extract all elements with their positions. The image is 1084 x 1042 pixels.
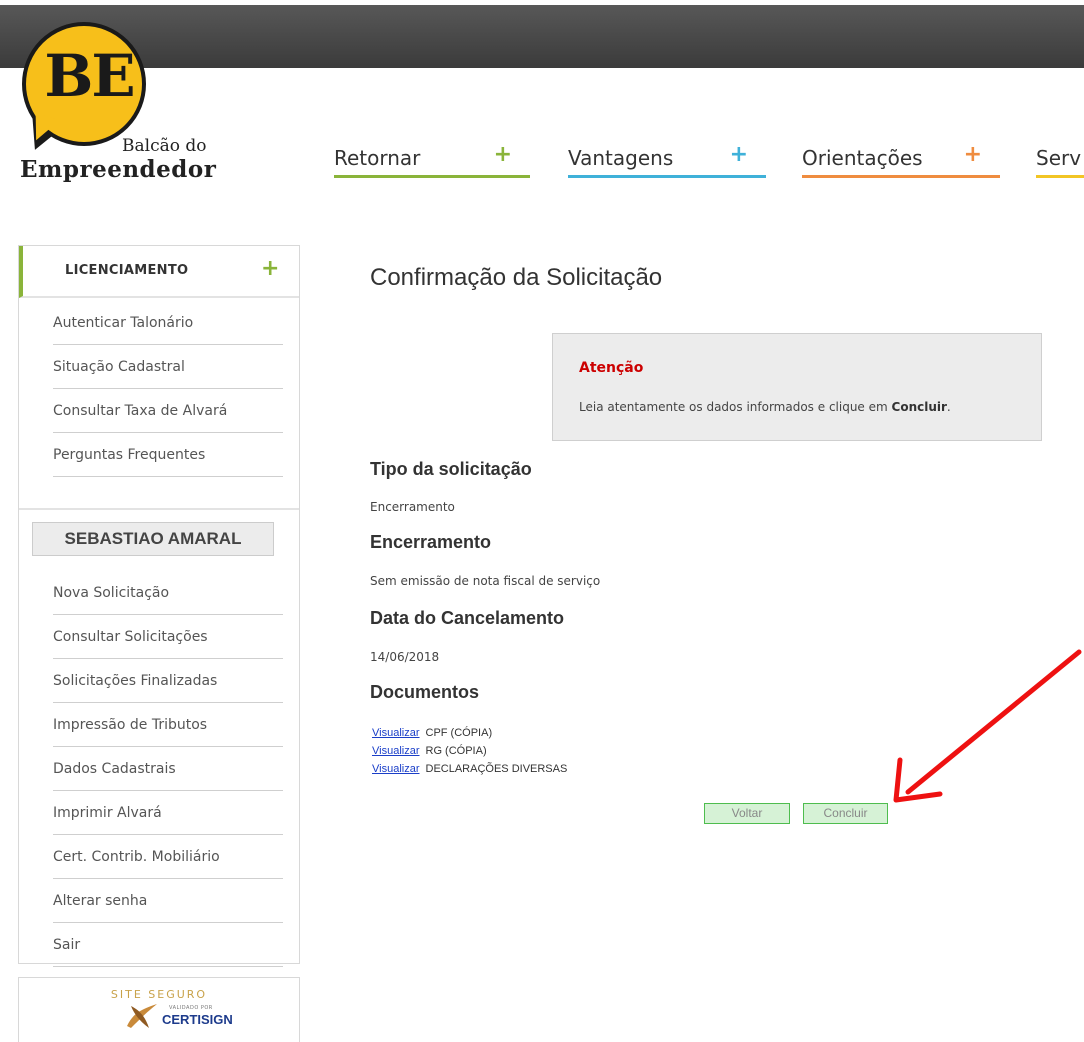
arrow-shaft [905,649,1082,795]
red-annotation-arrow [893,649,1082,803]
arrow-head [893,757,943,803]
